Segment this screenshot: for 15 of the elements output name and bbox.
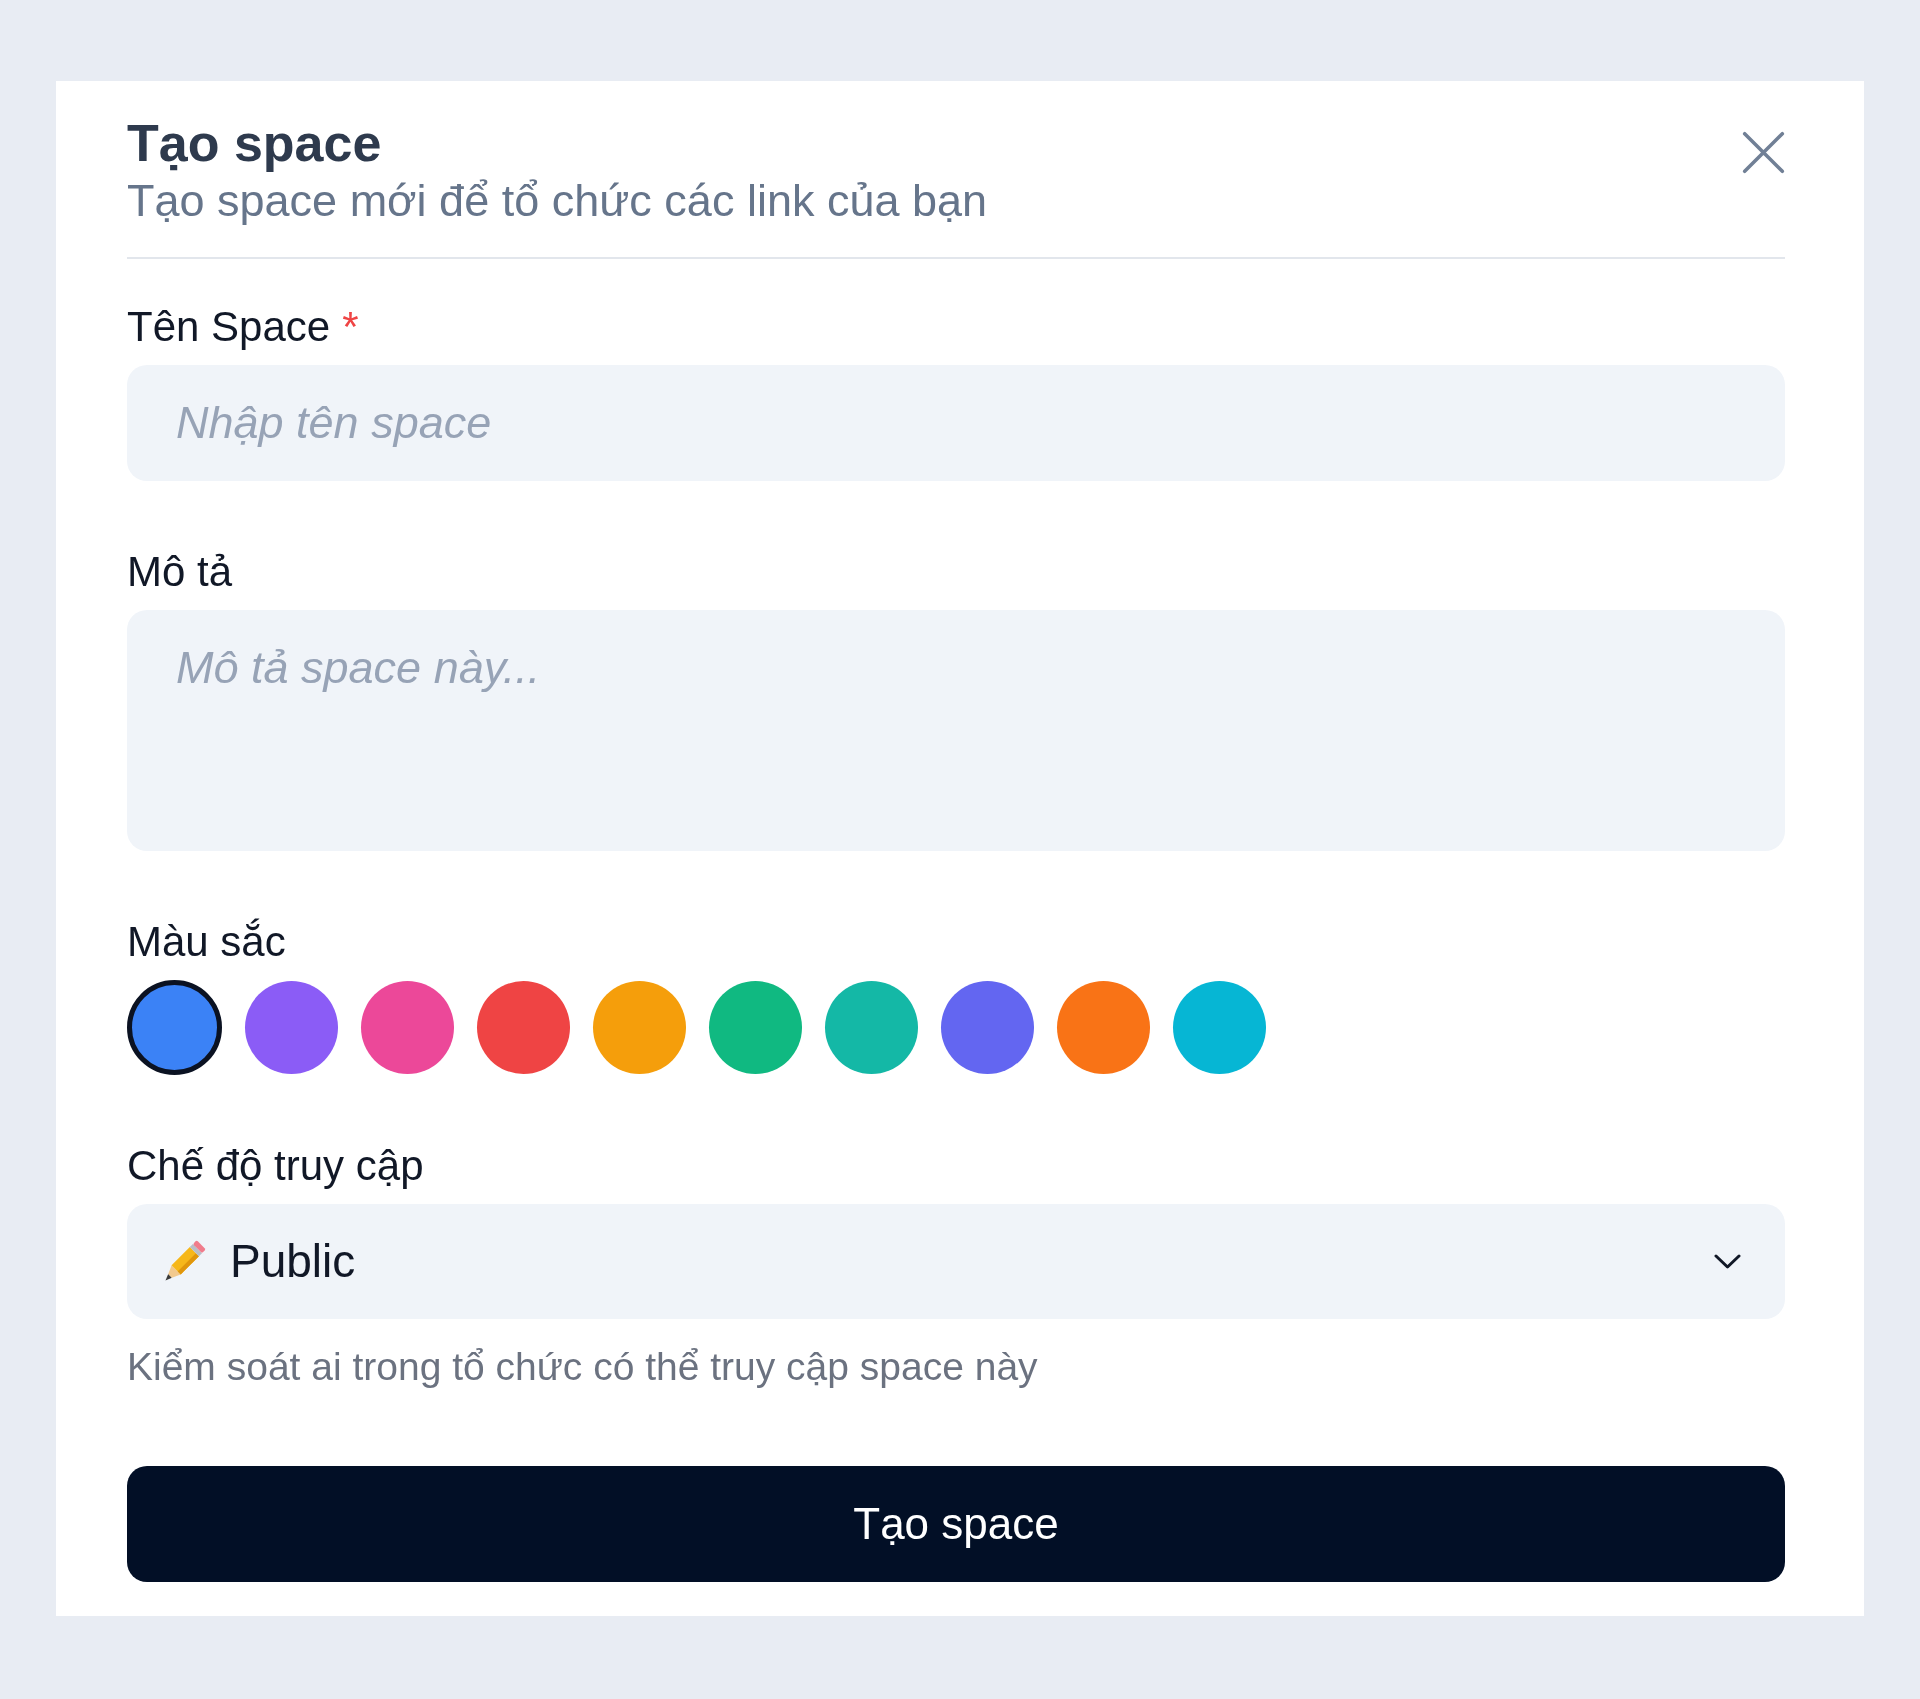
dialog-title: Tạo space — [127, 113, 383, 174]
pencil-icon — [163, 1240, 206, 1283]
create-button[interactable]: Tạo space — [127, 1466, 1785, 1582]
field-label: Màu sắc — [127, 918, 286, 965]
chevron-down-icon — [1714, 1252, 1741, 1271]
close-icon[interactable] — [1742, 131, 1785, 174]
required-mark: * — [342, 303, 359, 350]
help-text: Kiểm soát ai trong tổ chức có thể truy cập space này — [127, 1344, 1039, 1390]
field-label: Tên Space — [127, 303, 331, 350]
dialog-subtitle: Tạo space mới để tổ chức các link của bạn — [127, 174, 988, 228]
field-label: Mô tả — [127, 548, 233, 595]
description-field[interactable]: Mô tả space này... — [127, 610, 1785, 851]
field-label: Chế độ truy cập — [127, 1142, 424, 1189]
text-input-field[interactable]: Nhập tên space — [127, 365, 1785, 481]
access-select[interactable]: Public — [127, 1204, 1785, 1319]
